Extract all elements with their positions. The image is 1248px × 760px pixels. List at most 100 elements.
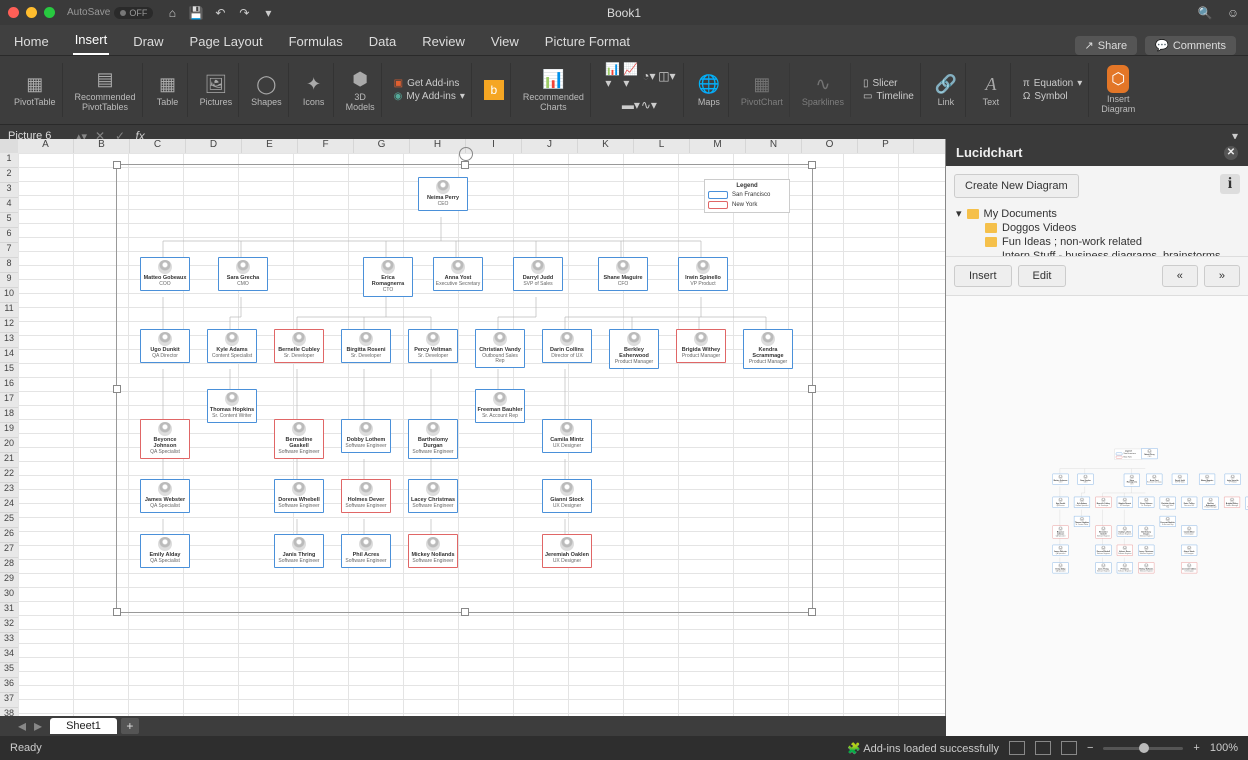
sheet-nav-next-icon[interactable]: ▸ (34, 716, 42, 736)
equation-button[interactable]: π Equation ▾ (1023, 78, 1082, 89)
org-chart-image: Legend San Francisco New York Neima Perr… (128, 169, 800, 589)
table-button[interactable]: ▦Table (149, 63, 188, 117)
tab-home[interactable]: Home (12, 28, 51, 55)
maps-button[interactable]: 🌐Maps (690, 63, 729, 117)
add-sheet-button[interactable]: + (121, 718, 139, 734)
org-node: Bernelle CubleySr. Developer (1095, 497, 1111, 508)
row-headers[interactable]: 1234567891011121314151617181920212223242… (0, 153, 19, 736)
org-node: Kyle AdamsContent Specialist (207, 329, 257, 363)
tree-item[interactable]: Fun Ideas ; non-work related (952, 235, 1242, 249)
create-new-diagram-button[interactable]: Create New Diagram (954, 174, 1079, 198)
window-minimize-icon[interactable] (26, 7, 37, 18)
lucidchart-panel: Lucidchart ✕ Create New Diagram i ▾My Do… (945, 139, 1248, 736)
org-node: Kendra ScrammageProduct Manager (743, 329, 793, 369)
org-node: Percy VeltmanSr. Developer (408, 329, 458, 363)
timeline-button[interactable]: ▭ Timeline (863, 91, 914, 102)
org-node: Birgitta RoseniSr. Developer (341, 329, 391, 363)
pictures-button[interactable]: 🖼Pictures (194, 63, 240, 117)
tab-review[interactable]: Review (420, 28, 467, 55)
zoom-slider[interactable] (1103, 747, 1183, 750)
autosave-toggle[interactable]: AutoSave OFF (67, 7, 153, 19)
home-icon[interactable]: ⌂ (165, 6, 179, 20)
worksheet-area[interactable]: ABCDEFGHIJKLMNOP 12345678910111213141516… (0, 139, 945, 736)
sheet-tab-bar: ◂ ▸ Sheet1 + (0, 716, 946, 736)
window-close-icon[interactable] (8, 7, 19, 18)
org-node: Bernelle CubleySr. Developer (274, 329, 324, 363)
tab-data[interactable]: Data (367, 28, 398, 55)
icons-button[interactable]: ✦Icons (295, 63, 334, 117)
info-button[interactable]: i (1220, 174, 1240, 194)
undo-icon[interactable]: ↶ (213, 6, 227, 20)
edit-diagram-button[interactable]: Edit (1018, 265, 1067, 287)
3d-models-button[interactable]: ⬢3D Models (340, 63, 382, 117)
tab-picture-format[interactable]: Picture Format (543, 28, 632, 55)
org-node: Darryl JuddSVP of Sales (1172, 474, 1188, 485)
sheet-tab[interactable]: Sheet1 (50, 718, 117, 734)
zoom-out-button[interactable]: − (1087, 742, 1093, 754)
org-node: Dobby LothemSoftware Engineer (341, 419, 391, 453)
symbol-button[interactable]: Ω Symbol (1023, 91, 1082, 102)
tree-item[interactable]: Doggos Videos (952, 221, 1242, 235)
tree-root[interactable]: ▾My Documents (952, 206, 1242, 221)
org-node: Christian VandyOutbound Sales Rep (1160, 497, 1176, 510)
text-button[interactable]: AText (972, 63, 1011, 117)
org-node: Matteo GobeauxCOO (140, 257, 190, 291)
next-page-button[interactable]: » (1204, 265, 1240, 287)
org-node: Matteo GobeauxCOO (1053, 474, 1069, 485)
org-node: Dorena WhebellSoftware Engineer (274, 479, 324, 513)
tab-draw[interactable]: Draw (131, 28, 165, 55)
tab-view[interactable]: View (489, 28, 521, 55)
chart-gallery[interactable]: 📊▾📈▾◔▾ ◫▾▬▾∿▾ (597, 63, 684, 117)
prev-page-button[interactable]: « (1162, 265, 1198, 287)
select-all-corner[interactable] (0, 139, 19, 154)
pivottable-button[interactable]: ▦PivotTable (8, 63, 63, 117)
tab-formulas[interactable]: Formulas (287, 28, 345, 55)
org-node: Shane MaguireCFO (598, 257, 648, 291)
recommended-charts-button[interactable]: 📊Recommended Charts (517, 63, 591, 117)
org-node: Darryl JuddSVP of Sales (513, 257, 563, 291)
zoom-in-button[interactable]: + (1193, 742, 1199, 754)
shapes-button[interactable]: ◯Shapes (245, 63, 289, 117)
org-node: Phil AcresSoftware Engineer (341, 534, 391, 568)
redo-icon[interactable]: ↷ (237, 6, 251, 20)
insert-diagram-action-button[interactable]: Insert (954, 265, 1012, 287)
page-break-view-icon[interactable] (1061, 741, 1077, 755)
rotate-handle[interactable] (459, 147, 473, 161)
search-icon[interactable]: 🔍 (1198, 6, 1212, 20)
tab-page-layout[interactable]: Page Layout (188, 28, 265, 55)
slicer-button[interactable]: ▯ Slicer (863, 78, 914, 89)
org-node: Irwin SpinelloVP Product (1225, 474, 1241, 485)
get-addins-button[interactable]: ▣Get Add-ins (394, 78, 465, 89)
org-node: Kyle AdamsContent Specialist (1074, 497, 1090, 508)
document-tree[interactable]: ▾My DocumentsDoggos VideosFun Ideas ; no… (946, 206, 1248, 256)
pivotchart-button[interactable]: ▦PivotChart (735, 63, 790, 117)
share-button[interactable]: ↗ Share (1075, 36, 1138, 55)
status-ready: Ready (10, 742, 42, 754)
org-node: Darin CollinsDirector of UX (1181, 497, 1197, 508)
normal-view-icon[interactable] (1009, 741, 1025, 755)
org-node: Gianni StockUX Designer (1181, 545, 1197, 556)
insert-diagram-button[interactable]: ⬡ Insert Diagram (1095, 63, 1141, 117)
org-node: Mickey NollandsSoftware Engineer (1138, 562, 1154, 573)
tree-item[interactable]: Intern Stuff - business diagrams, brains… (952, 249, 1242, 256)
column-headers[interactable]: ABCDEFGHIJKLMNOP (18, 139, 945, 154)
org-node: Percy VeltmanSr. Developer (1138, 497, 1154, 508)
page-layout-view-icon[interactable] (1035, 741, 1051, 755)
my-addins-button[interactable]: ◉My Add-ins ▾ (394, 91, 465, 102)
window-zoom-icon[interactable] (44, 7, 55, 18)
org-node: Birgitta RoseniSr. Developer (1117, 497, 1133, 508)
comments-button[interactable]: 💬 Comments (1145, 36, 1236, 55)
sheet-nav-prev-icon[interactable]: ◂ (18, 716, 26, 736)
org-node: Brigida WitheyProduct Manager (1224, 497, 1240, 508)
bing-button[interactable]: b (478, 63, 511, 117)
tab-insert[interactable]: Insert (73, 26, 110, 55)
panel-title: Lucidchart (956, 145, 1022, 160)
save-icon[interactable]: 💾 (189, 6, 203, 20)
account-icon[interactable]: ☺ (1226, 6, 1240, 20)
close-panel-icon[interactable]: ✕ (1224, 146, 1238, 160)
sparklines-button[interactable]: ∿Sparklines (796, 63, 851, 117)
addins-group: ▣Get Add-ins ◉My Add-ins ▾ (388, 63, 472, 117)
link-button[interactable]: 🔗Link (927, 63, 966, 117)
recommended-pivottables-button[interactable]: ▤Recommended PivotTables (69, 63, 143, 117)
qat-dropdown-icon[interactable]: ▾ (261, 6, 275, 20)
